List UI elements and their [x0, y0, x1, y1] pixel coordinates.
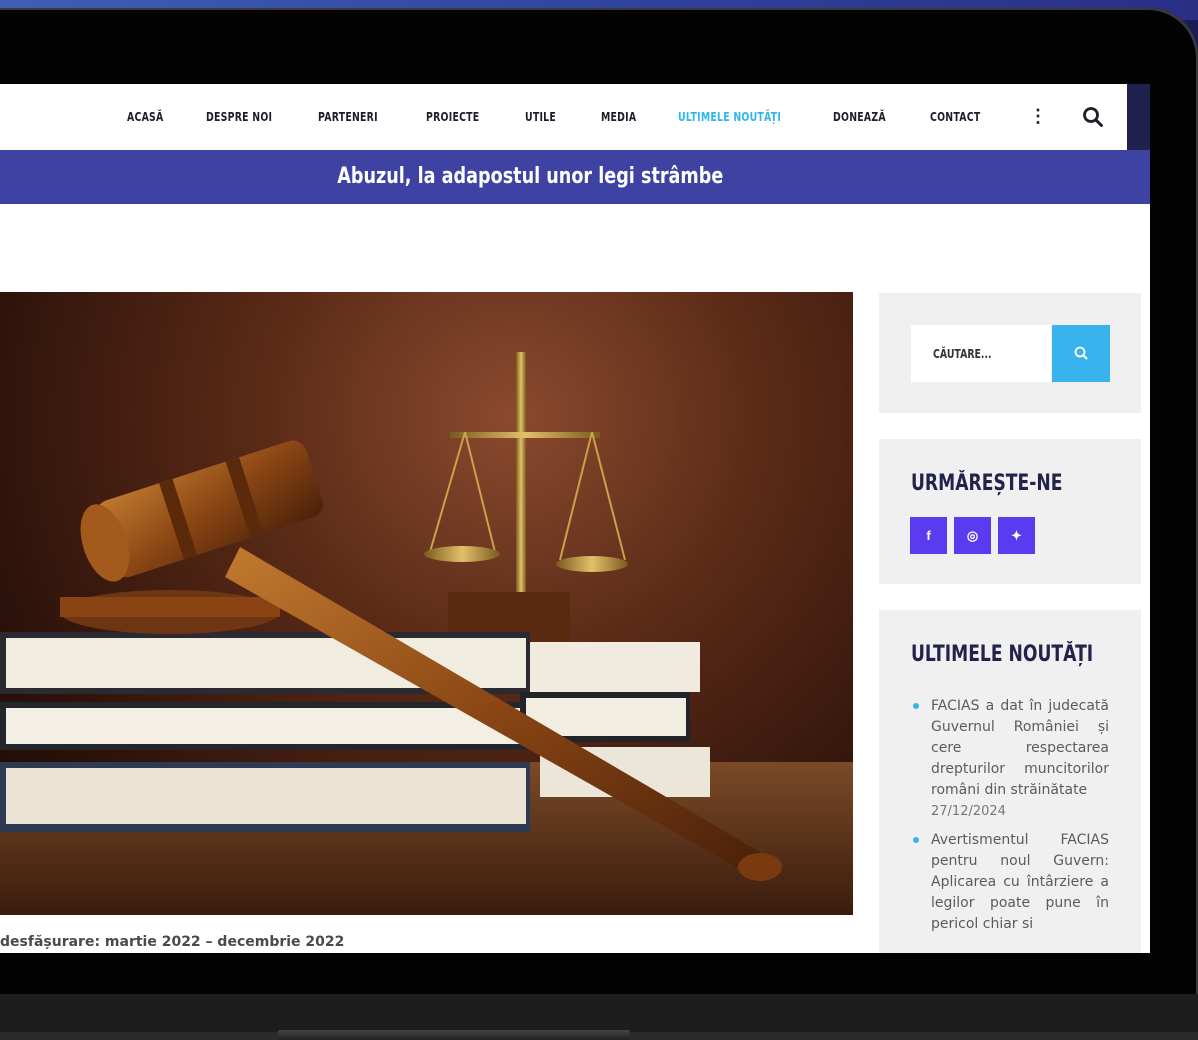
- search-icon: [1074, 346, 1088, 360]
- main-navigation: ACASĂ DESPRE NOI PARTENERI PROIECTE UTIL…: [0, 84, 1127, 150]
- news-list: FACIAS a dat în judecată Guvernul Români…: [911, 696, 1109, 943]
- page-title: Abuzul, la adapostul unor legi strâmbe: [336, 164, 724, 189]
- news-item-date: 27/12/2024: [931, 804, 1006, 819]
- nav-item-proiecte[interactable]: PROIECTE: [426, 110, 479, 124]
- facebook-icon[interactable]: f: [910, 517, 947, 554]
- more-menu-icon[interactable]: ⋮: [1029, 106, 1047, 127]
- latest-news-widget: ULTIMELE NOUTĂȚI FACIAS a dat în judecat…: [879, 610, 1141, 953]
- search-button[interactable]: [1052, 325, 1110, 382]
- instagram-icon[interactable]: ◎: [954, 517, 991, 554]
- social-widget: URMĂREȘTE-NE f ◎ ✦: [879, 439, 1141, 584]
- news-item-title[interactable]: FACIAS a dat în judecată Guvernul Români…: [931, 698, 1109, 798]
- nav-item-utile[interactable]: UTILE: [525, 110, 556, 124]
- latest-news-title: ULTIMELE NOUTĂȚI: [911, 642, 1094, 667]
- gavel-scales-illustration: [0, 352, 853, 915]
- search-icon[interactable]: [1082, 106, 1104, 128]
- search-placeholder: CĂUTARE...: [933, 347, 992, 361]
- search-widget: CĂUTARE...: [879, 293, 1141, 413]
- nav-item-contact[interactable]: CONTACT: [930, 110, 980, 124]
- nav-item-acasa[interactable]: ACASĂ: [127, 110, 164, 124]
- twitter-icon[interactable]: ✦: [998, 517, 1035, 554]
- news-item[interactable]: Avertismentul FACIAS pentru noul Guvern:…: [911, 830, 1109, 935]
- social-widget-title: URMĂREȘTE-NE: [911, 471, 1063, 496]
- nav-edge: [1127, 84, 1150, 150]
- news-item[interactable]: FACIAS a dat în judecată Guvernul Români…: [911, 696, 1109, 822]
- laptop-hinge: [278, 1030, 630, 1040]
- article-featured-image: [0, 292, 853, 915]
- nav-item-ultimele-noutati[interactable]: ULTIMELE NOUTĂȚI: [678, 110, 781, 124]
- browser-viewport: ACASĂ DESPRE NOI PARTENERI PROIECTE UTIL…: [0, 84, 1150, 953]
- news-item-title[interactable]: Avertismentul FACIAS pentru noul Guvern:…: [931, 832, 1109, 932]
- project-period-caption: desfășurare: martie 2022 – decembrie 202…: [0, 934, 345, 950]
- nav-item-parteneri[interactable]: PARTENERI: [318, 110, 378, 124]
- nav-item-despre-noi[interactable]: DESPRE NOI: [206, 110, 272, 124]
- search-input[interactable]: CĂUTARE...: [911, 325, 1051, 382]
- page-title-bar: Abuzul, la adapostul unor legi strâmbe: [0, 150, 1150, 204]
- nav-item-doneaza[interactable]: DONEAZĂ: [833, 110, 886, 124]
- nav-item-media[interactable]: MEDIA: [601, 110, 636, 124]
